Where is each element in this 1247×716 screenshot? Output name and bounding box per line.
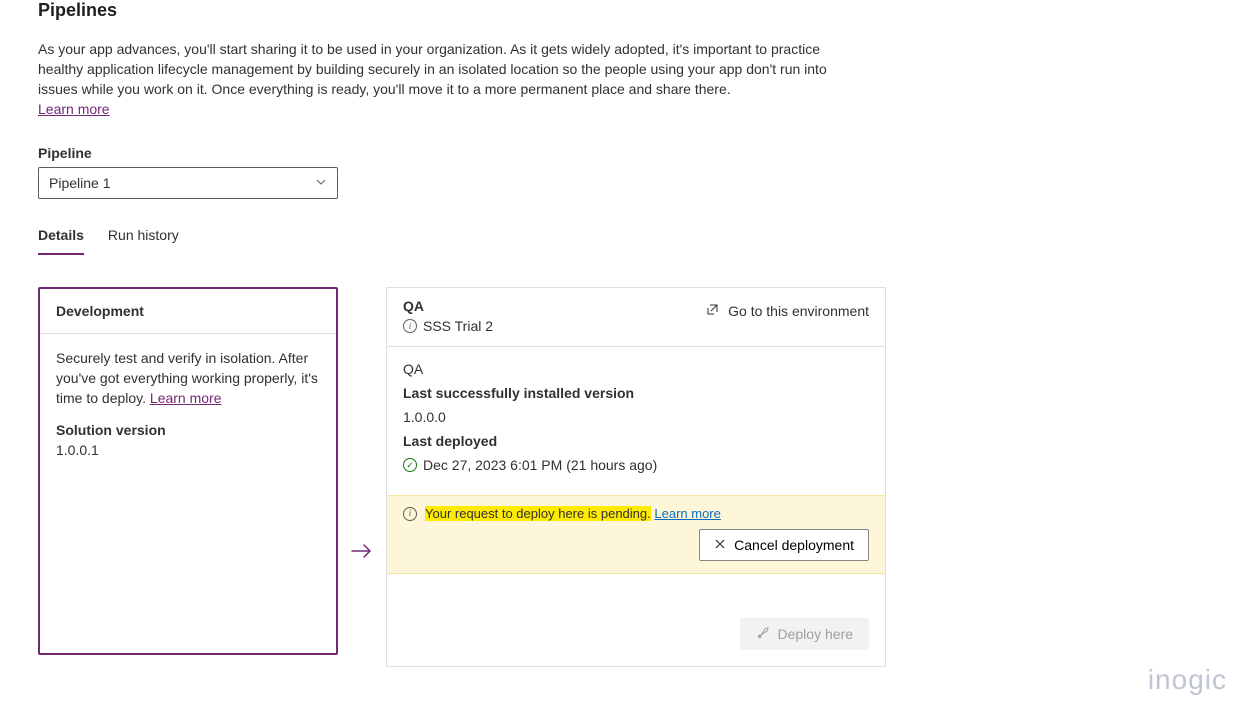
info-icon: i <box>403 319 417 333</box>
pipeline-dropdown-value: Pipeline 1 <box>49 175 111 191</box>
development-card: Development Securely test and verify in … <box>38 287 338 655</box>
alert-learn-more-link[interactable]: Learn more <box>654 506 720 521</box>
solution-version-label: Solution version <box>56 420 320 440</box>
last-installed-label: Last successfully installed version <box>403 385 869 401</box>
last-deployed-label: Last deployed <box>403 433 869 449</box>
qa-card-title: QA <box>403 298 493 314</box>
deploy-here-button: Deploy here <box>740 618 870 650</box>
last-installed-value: 1.0.0.0 <box>403 409 869 425</box>
description-text: As your app advances, you'll start shari… <box>38 41 827 97</box>
cancel-deployment-button[interactable]: Cancel deployment <box>699 529 869 561</box>
check-icon: ✓ <box>403 458 417 472</box>
watermark-logo: inogic <box>1148 664 1227 696</box>
development-card-title: Development <box>40 289 336 334</box>
goto-environment-label: Go to this environment <box>728 303 869 319</box>
tab-details[interactable]: Details <box>38 227 84 255</box>
solution-version-value: 1.0.0.1 <box>56 440 320 460</box>
info-icon: i <box>403 507 417 521</box>
rocket-icon <box>756 626 770 643</box>
tab-run-history[interactable]: Run history <box>108 227 179 255</box>
qa-body-title: QA <box>403 361 869 377</box>
open-external-icon <box>706 302 720 319</box>
pipeline-field-label: Pipeline <box>38 145 1209 161</box>
cancel-deployment-label: Cancel deployment <box>734 537 854 553</box>
learn-more-link[interactable]: Learn more <box>38 101 110 117</box>
page-title: Pipelines <box>38 0 1209 21</box>
pending-alert: i Your request to deploy here is pending… <box>387 495 885 574</box>
page-description: As your app advances, you'll start shari… <box>38 39 828 119</box>
chevron-down-icon <box>315 175 327 191</box>
qa-card-subtitle: SSS Trial 2 <box>423 318 493 334</box>
development-card-desc: Securely test and verify in isolation. A… <box>56 348 320 408</box>
development-learn-more-link[interactable]: Learn more <box>150 390 222 406</box>
tab-bar: Details Run history <box>38 227 1209 255</box>
last-deployed-value: Dec 27, 2023 6:01 PM (21 hours ago) <box>423 457 657 473</box>
alert-text: Your request to deploy here is pending. <box>425 506 651 521</box>
qa-card: QA i SSS Trial 2 Go to this environment … <box>386 287 886 667</box>
goto-environment-link[interactable]: Go to this environment <box>706 302 869 319</box>
arrow-icon <box>350 287 374 655</box>
close-icon <box>714 537 726 553</box>
deploy-here-label: Deploy here <box>778 626 854 642</box>
pipeline-dropdown[interactable]: Pipeline 1 <box>38 167 338 199</box>
